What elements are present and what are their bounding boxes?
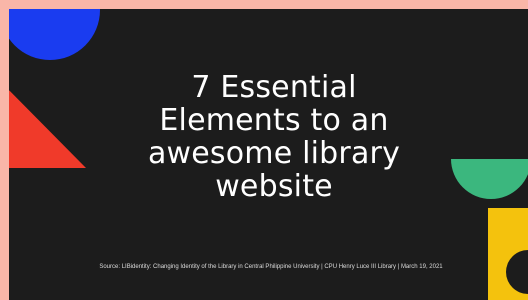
title-line-4: website	[215, 169, 333, 204]
source-caption: Source: LIBidentity: Changing Identity o…	[99, 264, 443, 270]
yellow-block-shape	[488, 208, 528, 300]
slide-canvas: 7 Essential Elements to an awesome libra…	[9, 9, 528, 300]
green-half-circle-shape	[451, 159, 528, 199]
title-line-2: Elements to an	[159, 103, 389, 138]
slide-frame: 7 Essential Elements to an awesome libra…	[0, 0, 528, 300]
title-line-3: awesome library	[147, 136, 401, 171]
slide-title: 7 Essential Elements to an awesome libra…	[99, 71, 449, 203]
red-triangle-shape	[9, 90, 86, 168]
title-line-1: 7 Essential	[191, 70, 357, 105]
blue-circle-shape	[9, 9, 100, 60]
